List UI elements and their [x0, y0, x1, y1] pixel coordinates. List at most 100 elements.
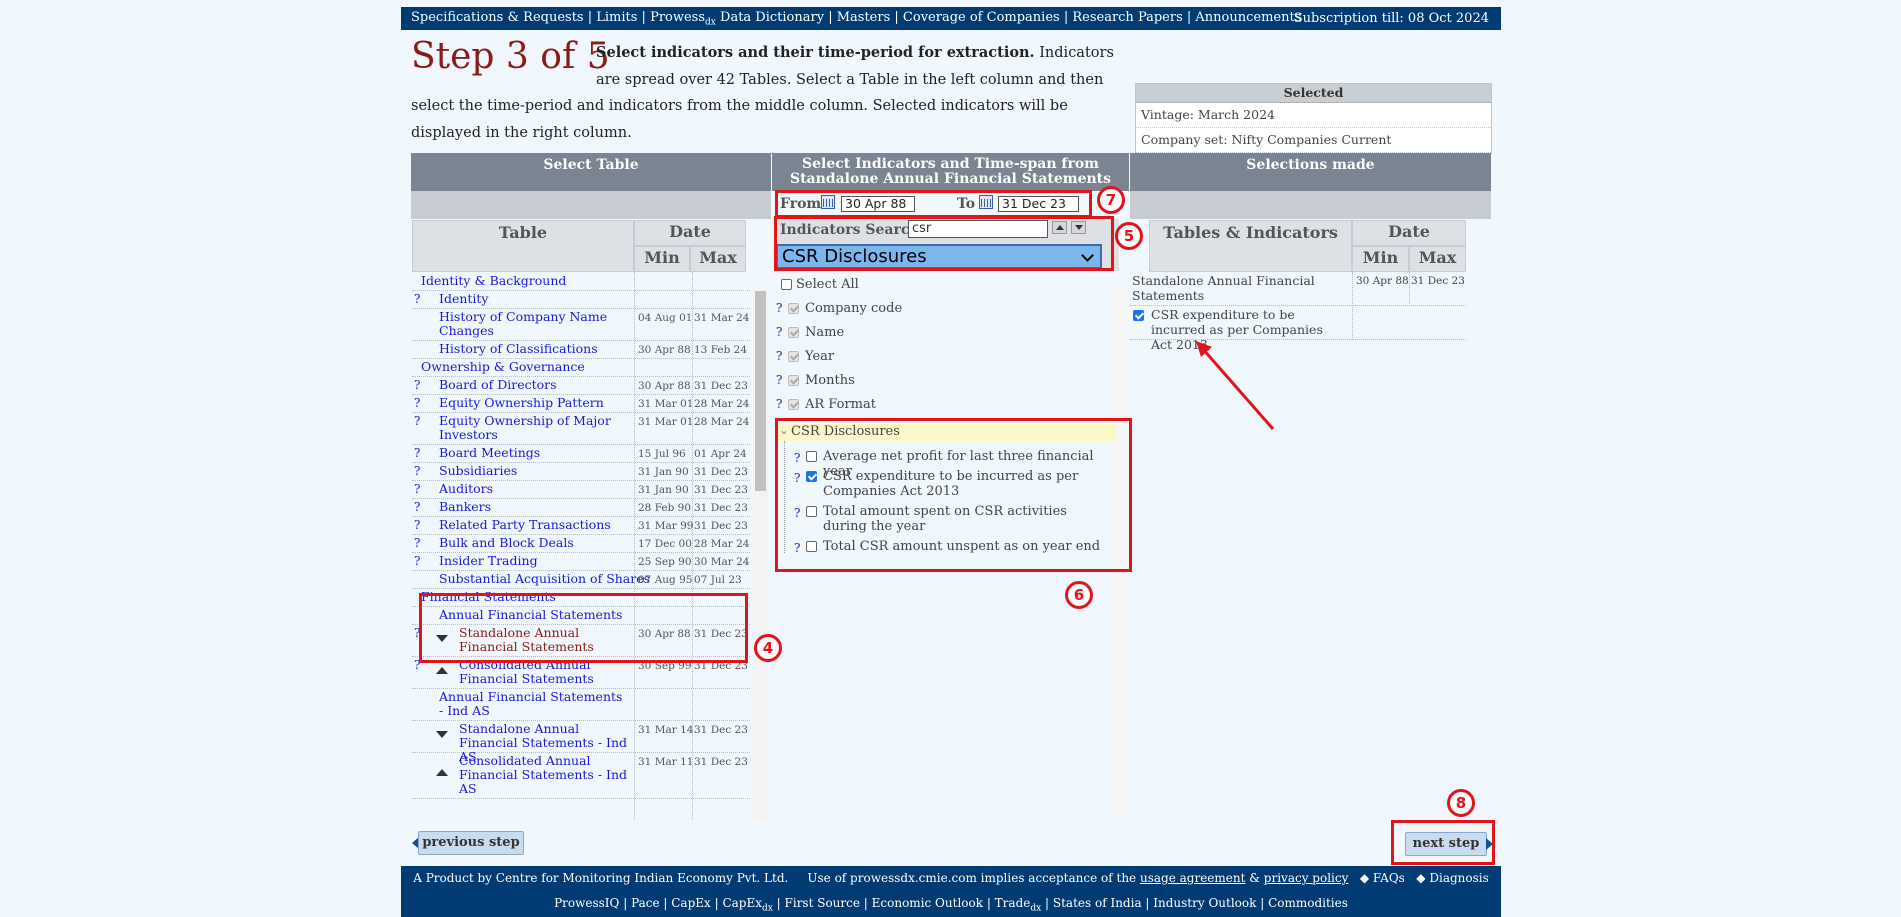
right-col-date: Date	[1352, 220, 1466, 246]
help-icon[interactable]: ?	[414, 464, 420, 478]
table-row[interactable]: ? Bankers 28 Feb 90 31 Dec 23	[412, 498, 750, 517]
annotation-arrow	[1196, 341, 1275, 430]
help-icon[interactable]: ?	[776, 349, 782, 363]
right-col-min: Min	[1352, 246, 1409, 272]
annotation-box-5	[774, 216, 1114, 271]
table-row[interactable]: ? Bulk and Block Deals 17 Dec 00 28 Mar 24	[412, 534, 750, 553]
table-row[interactable]: ? Insider Trading 25 Sep 90 30 Mar 24	[412, 552, 750, 571]
select-indicators-header: Select Indicators and Time-span from Sta…	[772, 153, 1129, 191]
nav-prowess-sub: dx	[705, 17, 716, 28]
table-row[interactable]: Substantial Acquisition of Shares 07 Aug …	[412, 570, 750, 589]
fixed-field: ? Year	[776, 349, 835, 364]
group-identity: Identity & Background	[412, 272, 750, 291]
step-instructions: Select indicators and their time-period …	[411, 40, 1123, 146]
left-col-date: Date	[634, 220, 746, 246]
next-arrow-icon	[1486, 838, 1493, 850]
table-row[interactable]: ? Subsidiaries 31 Jan 90 31 Dec 23	[412, 462, 750, 481]
collapse-icon[interactable]	[436, 731, 448, 738]
left-scrollbar[interactable]	[753, 289, 768, 819]
privacy-policy-link[interactable]: privacy policy	[1264, 871, 1349, 885]
field-checkbox	[788, 303, 799, 314]
selected-indicator-row[interactable]: CSR expenditure to be incurred as per Co…	[1130, 306, 1466, 352]
product-trade-dx[interactable]: Tradedx	[995, 896, 1042, 913]
nav-masters[interactable]: Masters	[837, 10, 891, 25]
right-subheader-band	[1130, 191, 1491, 219]
nav-research-papers[interactable]: Research Papers	[1072, 10, 1182, 25]
help-icon[interactable]: ?	[414, 518, 420, 532]
annotation-badge-4: 4	[754, 634, 782, 662]
table-list: Identity & Background ? Identity History …	[412, 272, 750, 820]
help-icon[interactable]: ?	[414, 482, 420, 496]
annotation-badge-8: 8	[1447, 789, 1475, 817]
usage-agreement-link[interactable]: usage agreement	[1140, 871, 1245, 885]
table-row[interactable]: ? Equity Ownership Pattern 31 Mar 01 28 Mar…	[412, 394, 750, 413]
help-icon[interactable]: ?	[776, 373, 782, 387]
nav-limits[interactable]: Limits	[596, 10, 637, 25]
group-ownership: Ownership & Governance	[412, 358, 750, 377]
table-row[interactable]: ? Related Party Transactions 31 Mar 99 31 D…	[412, 516, 750, 535]
help-icon[interactable]: ?	[414, 554, 420, 568]
nav-announcements[interactable]: Announcements	[1195, 10, 1301, 25]
table-row[interactable]: History of Classifications 30 Apr 88 13 Fe…	[412, 340, 750, 359]
select-all[interactable]: Select All	[781, 277, 859, 292]
annotation-badge-6: 6	[1065, 581, 1093, 609]
product-capex-dx[interactable]: CapExdx	[722, 896, 772, 913]
table-row[interactable]: ? Board Meetings 15 Jul 96 01 Apr 24	[412, 444, 750, 463]
help-icon[interactable]: ?	[414, 292, 420, 306]
selected-indicator-checkbox[interactable]	[1133, 310, 1144, 321]
left-subheader-band	[411, 191, 771, 219]
left-col-min: Min	[634, 246, 690, 272]
diagnosis-link[interactable]: Diagnosis	[1429, 871, 1488, 885]
table-row[interactable]: History of Company Name Changes 04 Aug 01…	[412, 308, 750, 341]
product-commodities[interactable]: Commodities	[1268, 896, 1348, 910]
help-icon[interactable]: ?	[776, 397, 782, 411]
selections-table: Standalone Annual Financial Statements 3…	[1130, 272, 1466, 352]
footer-products: ProwessIQ | Pace | CapEx | CapExdx | Fir…	[554, 896, 1348, 914]
help-icon[interactable]: ?	[414, 536, 420, 550]
fixed-field: ? Name	[776, 325, 845, 340]
next-step-button[interactable]: next step	[1405, 832, 1487, 856]
table-row[interactable]: ? Board of Directors 30 Apr 88 31 Dec 23	[412, 376, 750, 395]
product-capex[interactable]: CapEx	[671, 896, 711, 910]
help-icon[interactable]: ?	[414, 446, 420, 460]
scrollbar-thumb[interactable]	[755, 291, 766, 491]
table-row[interactable]: ? Auditors 31 Jan 90 31 Dec 23	[412, 480, 750, 499]
right-col-tables: Tables & Indicators	[1149, 220, 1352, 272]
product-economic-outlook[interactable]: Economic Outlook	[872, 896, 983, 910]
nav-prowess: Prowess	[650, 10, 706, 25]
previous-step-button[interactable]: previous step	[418, 831, 524, 855]
table-row[interactable]: ? Equity Ownership of Major Investors 31 M…	[412, 412, 750, 445]
selected-table-row: Standalone Annual Financial Statements 3…	[1130, 272, 1466, 306]
selected-vintage: Vintage: March 2024	[1136, 103, 1491, 128]
help-icon[interactable]: ?	[776, 325, 782, 339]
nav-specifications[interactable]: Specifications & Requests	[411, 10, 584, 25]
top-nav-bar: Specifications & Requests | Limits | Pro…	[401, 7, 1501, 30]
field-checkbox	[788, 399, 799, 410]
footer-line-1: A Product by Centre for Monitoring India…	[413, 871, 1489, 885]
selections-made-header: Selections made	[1130, 153, 1491, 191]
product-first-source[interactable]: First Source	[785, 896, 860, 910]
nav-coverage[interactable]: Coverage of Companies	[903, 10, 1060, 25]
table-row[interactable]: Consolidated Annual Financial Statements…	[412, 752, 750, 799]
nav-prowess-data-dictionary[interactable]: Prowessdx Data Dictionary	[650, 10, 824, 28]
left-col-table: Table	[412, 220, 634, 272]
select-all-checkbox[interactable]	[781, 279, 792, 290]
table-row[interactable]: Standalone Annual Financial Statements -…	[412, 720, 750, 764]
help-icon[interactable]: ?	[414, 378, 420, 392]
product-states-of-india[interactable]: States of India	[1053, 896, 1142, 910]
annotation-badge-5: 5	[1115, 222, 1143, 250]
product-prowessiq[interactable]: ProwessIQ	[554, 896, 619, 910]
help-icon[interactable]: ?	[776, 301, 782, 315]
product-pace[interactable]: Pace	[631, 896, 660, 910]
selected-company-set: Company set: Nifty Companies Current	[1136, 128, 1491, 153]
product-industry-outlook[interactable]: Industry Outlook	[1153, 896, 1256, 910]
help-icon[interactable]: ?	[414, 500, 420, 514]
subgroup-afs-indas: Annual Financial Statements - Ind AS	[412, 688, 750, 721]
expand-icon[interactable]	[436, 667, 448, 674]
help-icon[interactable]: ?	[414, 414, 420, 428]
faqs-link[interactable]: FAQs	[1373, 871, 1405, 885]
subscription-status: Subscription till: 08 Oct 2024	[1293, 11, 1489, 26]
help-icon[interactable]: ?	[414, 396, 420, 410]
table-row[interactable]: ? Identity	[412, 290, 750, 309]
expand-icon[interactable]	[436, 769, 448, 776]
